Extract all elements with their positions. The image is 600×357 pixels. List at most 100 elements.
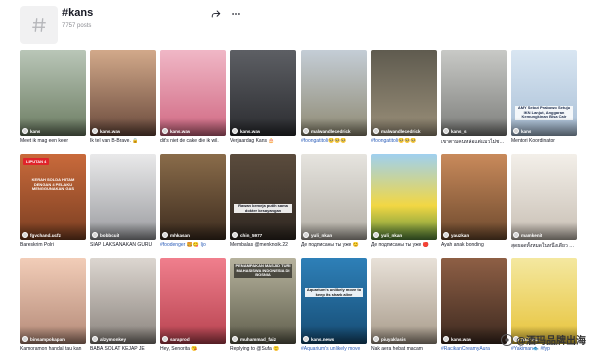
video-caption[interactable]: #Aquarium's unlikely move: [301, 346, 367, 352]
avatar[interactable]: [162, 232, 168, 238]
video-author[interactable]: piuyaklasis: [373, 336, 406, 342]
video-card[interactable]: AMY Sebut Prabowo Setuju IKN Lanjut, Ang…: [511, 50, 577, 144]
video-card[interactable]: kans Meet ik mag een keer: [20, 50, 86, 144]
avatar[interactable]: [232, 336, 238, 342]
video-thumbnail[interactable]: alzymonkey: [90, 258, 156, 344]
avatar[interactable]: [303, 336, 309, 342]
avatar[interactable]: [92, 232, 98, 238]
video-caption[interactable]: Де подписаны ты уже 😊: [301, 242, 367, 248]
video-card[interactable]: piuyaklasis Nak aera hebat macam: [371, 258, 437, 352]
author-name[interactable]: piuyaklasis: [381, 337, 406, 342]
author-name[interactable]: mamkenit: [521, 233, 542, 238]
video-card[interactable]: yauzkan Ayah anak bonding: [441, 154, 507, 248]
author-name[interactable]: yuli_nkan: [311, 233, 332, 238]
video-caption[interactable]: Membalas @menknoik.22: [230, 242, 296, 248]
video-thumbnail[interactable]: yauzkan: [441, 154, 507, 240]
video-caption[interactable]: SIAP LAKSANAKAN GURU: [90, 242, 156, 248]
video-card[interactable]: Aquarium's unlikely move to keep its sha…: [301, 258, 367, 352]
video-card[interactable]: kans.wav Ik tel van B-Brave. 🔒: [90, 50, 156, 144]
video-card[interactable]: mhkasan #foodenger 🍔😋 Ijo: [160, 154, 226, 248]
video-card[interactable]: mamkenit สุดยอดทั้งหมดในหนึ่งเดียว ลองรับ…: [511, 154, 577, 250]
avatar[interactable]: [22, 336, 28, 342]
video-caption[interactable]: Meet ik mag een keer: [20, 138, 86, 144]
video-author[interactable]: mamkenit: [513, 232, 542, 238]
video-caption[interactable]: Hey, Senorita 😘: [160, 346, 226, 352]
video-caption[interactable]: เขาตามคนหล่อแต่แมวไม่ชอบเลย: [441, 138, 507, 146]
video-thumbnail[interactable]: PENAMPAKAN MASJID TURI MAHASISWA INDONES…: [230, 258, 296, 344]
video-card[interactable]: kans.wav dit's niet de cake die ik wil.: [160, 50, 226, 144]
video-author[interactable]: yuli_nkan: [373, 232, 402, 238]
video-card[interactable]: bobbcuit SIAP LAKSANAKAN GURU: [90, 154, 156, 248]
avatar[interactable]: [162, 336, 168, 342]
video-caption[interactable]: BABA SOLAT KEJAP JE: [90, 346, 156, 352]
video-caption[interactable]: Bareskrim Polri: [20, 242, 86, 248]
video-thumbnail[interactable]: kans: [20, 50, 86, 136]
video-caption[interactable]: #foodenger 🍔😋 Ijo: [160, 242, 226, 248]
author-name[interactable]: kans_s: [451, 129, 467, 134]
video-thumbnail[interactable]: mamkenit: [511, 154, 577, 240]
author-name[interactable]: kans.wav: [170, 129, 190, 134]
video-card[interactable]: kans.wav #RacikanCreamyAura: [441, 258, 507, 352]
video-caption[interactable]: Verjaardag Kans 🎂: [230, 138, 296, 144]
video-thumbnail[interactable]: kans.wav: [441, 258, 507, 344]
author-name[interactable]: kans: [30, 129, 40, 134]
avatar[interactable]: [232, 128, 238, 134]
video-author[interactable]: saraprod: [162, 336, 190, 342]
video-card[interactable]: kans_s เขาตามคนหล่อแต่แมวไม่ชอบเลย: [441, 50, 507, 146]
video-author[interactable]: yauzkan: [443, 232, 469, 238]
author-name[interactable]: yauzkan: [451, 233, 469, 238]
video-card[interactable]: kans.wav Verjaardag Kans 🎂: [230, 50, 296, 144]
avatar[interactable]: [232, 232, 238, 238]
avatar[interactable]: [513, 232, 519, 238]
video-card[interactable]: malwandlecedrick #foongatitoli🥺🥺🥺: [301, 50, 367, 144]
avatar[interactable]: [443, 336, 449, 342]
video-thumbnail[interactable]: saraprod: [160, 258, 226, 344]
video-author[interactable]: kans_s: [443, 128, 467, 134]
video-caption[interactable]: Ik tel van B-Brave. 🔒: [90, 138, 156, 144]
author-name[interactable]: alzymonkey: [100, 337, 126, 342]
author-name[interactable]: yuli_nkan: [381, 233, 402, 238]
video-caption[interactable]: dit's niet de cake die ik wil.: [160, 138, 226, 144]
video-author[interactable]: fgvchand.ucfz: [22, 232, 61, 238]
video-author[interactable]: kans: [22, 128, 40, 134]
video-caption[interactable]: #foongatitoli🥺🥺🥺: [301, 138, 367, 144]
video-thumbnail[interactable]: AMY Sebut Prabowo Setuju IKN Lanjut, Ang…: [511, 50, 577, 136]
video-author[interactable]: alzymonkey: [92, 336, 126, 342]
author-name[interactable]: malwandlecedrick: [381, 129, 421, 134]
video-thumbnail[interactable]: yuli_nkan: [371, 154, 437, 240]
video-thumbnail[interactable]: piuyaklasis: [371, 258, 437, 344]
video-card[interactable]: alzymonkey BABA SOLAT KEJAP JE: [90, 258, 156, 352]
video-author[interactable]: kans.wav: [162, 128, 190, 134]
video-card[interactable]: Rawan kemeja putih sama dokter kesayanga…: [230, 154, 296, 248]
video-caption[interactable]: Ayah anak bonding: [441, 242, 507, 248]
author-name[interactable]: chin_5977: [240, 233, 262, 238]
author-name[interactable]: kans.wav: [451, 337, 471, 342]
author-name[interactable]: kans: [521, 129, 531, 134]
video-author[interactable]: chin_5977: [232, 232, 262, 238]
video-thumbnail[interactable]: kans.wav: [90, 50, 156, 136]
author-name[interactable]: bobbcuit: [100, 233, 119, 238]
video-thumbnail[interactable]: Rawan kemeja putih sama dokter kesayanga…: [230, 154, 296, 240]
author-name[interactable]: mhkasan: [170, 233, 190, 238]
video-author[interactable]: binsampokapan: [22, 336, 65, 342]
avatar[interactable]: [373, 232, 379, 238]
avatar[interactable]: [22, 128, 28, 134]
video-thumbnail[interactable]: malwandlecedrick: [301, 50, 367, 136]
author-name[interactable]: malwandlecedrick: [311, 129, 351, 134]
avatar[interactable]: [92, 336, 98, 342]
video-thumbnail[interactable]: Aquarium's unlikely move to keep its sha…: [301, 258, 367, 344]
video-thumbnail[interactable]: kans_s: [441, 50, 507, 136]
video-caption[interactable]: สุดยอดทั้งหมดในหนึ่งเดียว ลองรับชม: [511, 242, 577, 250]
author-name[interactable]: kans.wav: [100, 129, 120, 134]
video-thumbnail[interactable]: kans.wav: [230, 50, 296, 136]
video-card[interactable]: saraprod Hey, Senorita 😘: [160, 258, 226, 352]
video-card[interactable]: LIPUTAN 4 KERAH SOLDA HITAM DENGAN 4 PELA…: [20, 154, 86, 248]
video-author[interactable]: kans.wav: [92, 128, 120, 134]
author-name[interactable]: saraprod: [170, 337, 190, 342]
author-name[interactable]: binsampokapan: [30, 337, 65, 342]
video-card[interactable]: yuli_nkan Де подписаны ты уже 😊: [301, 154, 367, 248]
avatar[interactable]: [443, 128, 449, 134]
video-caption[interactable]: Nak aera hebat macam: [371, 346, 437, 352]
video-author[interactable]: kans.news: [303, 336, 334, 342]
video-caption[interactable]: #RacikanCreamyAura: [441, 346, 507, 352]
